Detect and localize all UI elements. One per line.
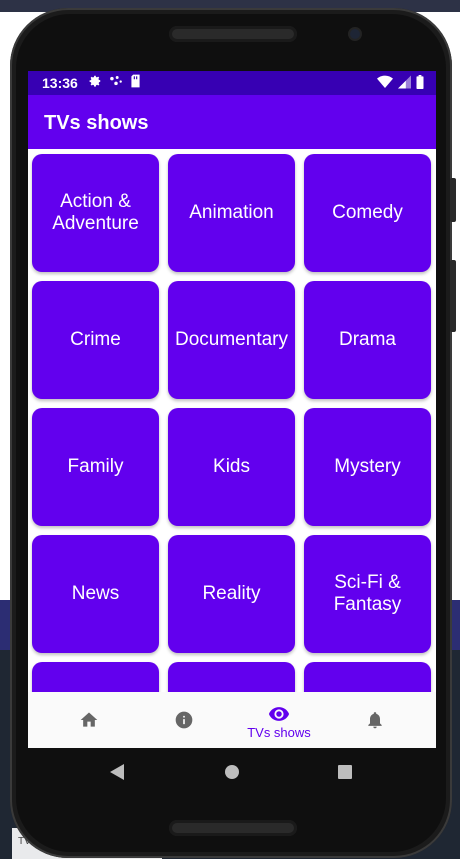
home-button-icon[interactable] [225, 765, 239, 779]
genre-tile[interactable]: Comedy [304, 154, 431, 272]
recents-icon[interactable] [338, 765, 352, 779]
status-time: 13:36 [42, 75, 78, 91]
bottom-navigation: TVs shows [28, 692, 436, 748]
genre-tile[interactable]: Family [32, 408, 159, 526]
genre-tile[interactable]: Crime [32, 281, 159, 399]
genre-tile[interactable]: Mystery [304, 408, 431, 526]
genre-tile[interactable] [168, 662, 295, 692]
genre-tile[interactable]: Reality [168, 535, 295, 653]
nav-item-notifications[interactable] [324, 692, 426, 748]
nav-item-info[interactable] [133, 692, 235, 748]
system-navigation-bar [28, 748, 436, 796]
genre-grid[interactable]: Action & Adventure Animation Comedy Crim… [28, 149, 436, 692]
genre-label: Kids [213, 456, 250, 477]
genre-tile[interactable]: Drama [304, 281, 431, 399]
genre-label: News [71, 583, 120, 604]
signal-icon [398, 75, 411, 89]
dots-icon [110, 76, 122, 86]
genre-label: Animation [189, 202, 274, 223]
app-title: TVs shows [44, 112, 149, 134]
genre-tile[interactable]: Kids [168, 408, 295, 526]
genre-label: Sci-Fi & Fantasy [333, 572, 402, 615]
app-bar: TVs shows [28, 95, 436, 149]
app-screen: 13:36 TVs shows Action & Adventure Anima… [28, 71, 436, 748]
genre-label: Action & Adventure [52, 191, 139, 234]
info-icon [175, 711, 193, 729]
wifi-icon [377, 75, 393, 88]
home-icon [80, 712, 98, 727]
genre-label: Mystery [334, 456, 401, 477]
status-bar: 13:36 [28, 71, 436, 95]
power-button[interactable] [450, 260, 456, 332]
front-camera [350, 29, 360, 39]
genre-label: Documentary [175, 329, 288, 350]
genre-tile[interactable]: News [32, 535, 159, 653]
genre-tile[interactable]: Animation [168, 154, 295, 272]
genre-tile[interactable]: Sci-Fi & Fantasy [304, 535, 431, 653]
earpiece-speaker [169, 26, 297, 42]
bell-icon [368, 712, 382, 729]
genre-tile[interactable] [304, 662, 431, 692]
genre-tile[interactable] [32, 662, 159, 692]
gear-icon [89, 75, 101, 87]
battery-icon [416, 75, 424, 89]
genre-tile[interactable]: Documentary [168, 281, 295, 399]
genre-label: Reality [202, 583, 261, 604]
genre-label: Drama [338, 329, 396, 350]
genre-label: Crime [70, 329, 121, 350]
bottom-speaker [169, 820, 297, 836]
genre-tile[interactable]: Action & Adventure [32, 154, 159, 272]
sim-card-icon [131, 74, 140, 88]
back-icon[interactable] [110, 764, 124, 780]
eye-icon [268, 707, 290, 721]
nav-item-tv-shows[interactable]: TVs shows [228, 692, 330, 748]
nav-label-tv-shows: TVs shows [247, 725, 311, 740]
genre-label: Comedy [332, 202, 403, 223]
volume-button[interactable] [450, 178, 456, 222]
genre-label: Family [67, 456, 124, 477]
nav-item-home[interactable] [38, 692, 140, 748]
